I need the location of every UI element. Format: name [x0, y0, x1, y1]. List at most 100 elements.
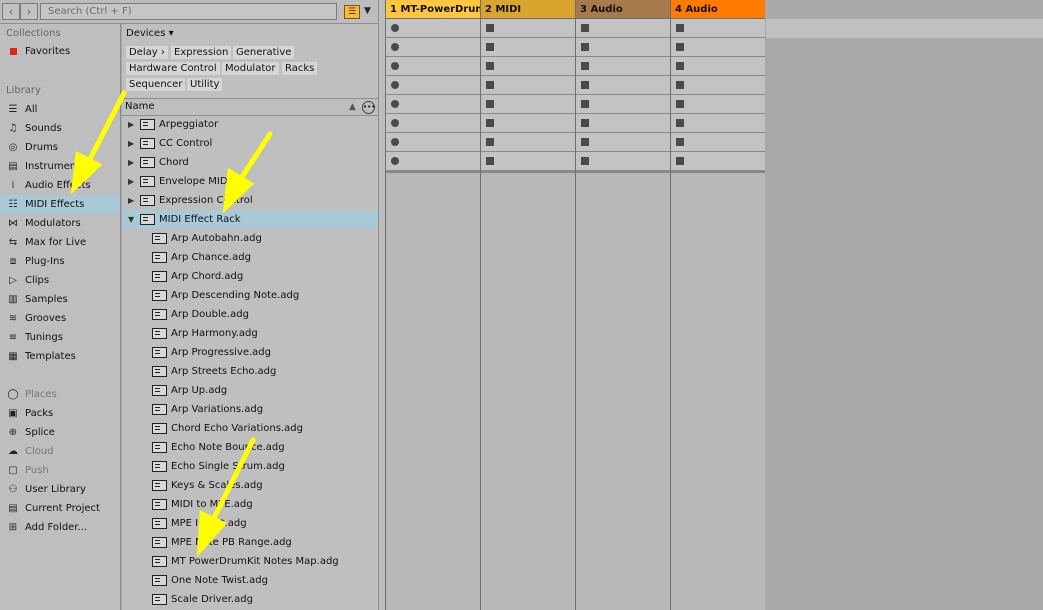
preset-row[interactable]: Arp Up.adg [122, 381, 378, 400]
tag-sequencer[interactable]: Sequencer [126, 78, 186, 91]
preset-row[interactable]: Arp Variations.adg [122, 400, 378, 419]
collapsed-triangle-icon[interactable]: ▶ [128, 115, 134, 134]
stop-button-icon[interactable] [581, 157, 589, 165]
clip-slot[interactable] [481, 133, 575, 152]
tag-hardware-control[interactable]: Hardware Control [126, 62, 220, 75]
stop-button-icon[interactable] [676, 138, 684, 146]
stop-button-icon[interactable] [581, 138, 589, 146]
preset-row[interactable]: Arp Autobahn.adg [122, 229, 378, 248]
track-header[interactable]: 4 Audio [671, 0, 765, 19]
clip-slot[interactable] [671, 133, 765, 152]
record-button-icon[interactable] [391, 62, 399, 70]
sidebar-item-current-project[interactable]: ▤ Current Project [0, 499, 120, 518]
clip-slot[interactable] [386, 19, 480, 38]
stop-button-icon[interactable] [581, 24, 589, 32]
browser-scrollbar[interactable] [378, 0, 385, 610]
tag-expression[interactable]: Expression [171, 46, 232, 59]
clip-slot[interactable] [481, 114, 575, 133]
clip-slot[interactable] [576, 57, 670, 76]
clip-slot[interactable] [576, 133, 670, 152]
preset-row[interactable]: Arp Chance.adg [122, 248, 378, 267]
stop-button-icon[interactable] [676, 62, 684, 70]
sidebar-item-cloud[interactable]: ☁ Cloud [0, 442, 120, 461]
tag-delay[interactable]: Delay › [126, 46, 168, 59]
sidebar-item-all[interactable]: ☰ All [0, 100, 120, 119]
tag-modulator[interactable]: Modulator [222, 62, 279, 75]
forward-button[interactable]: › [20, 3, 38, 20]
preset-row[interactable]: Arp Streets Echo.adg [122, 362, 378, 381]
preset-row[interactable]: MPE Note PB Range.adg [122, 533, 378, 552]
more-options-icon[interactable]: ••• [362, 101, 375, 114]
stop-button-icon[interactable] [486, 138, 494, 146]
sidebar-item-plug-ins[interactable]: ⧈ Plug-Ins [0, 252, 120, 271]
track-header[interactable]: 2 MIDI [481, 0, 575, 19]
stop-button-icon[interactable] [581, 62, 589, 70]
stop-button-icon[interactable] [486, 62, 494, 70]
clip-slot[interactable] [671, 38, 765, 57]
stop-button-icon[interactable] [676, 100, 684, 108]
search-input[interactable]: Search (Ctrl + F) [40, 3, 337, 20]
clip-slot[interactable] [386, 114, 480, 133]
sidebar-item-user-library[interactable]: ⚇ User Library [0, 480, 120, 499]
clip-slot[interactable] [386, 76, 480, 95]
preset-row[interactable]: Arp Descending Note.adg [122, 286, 378, 305]
back-button[interactable]: ‹ [2, 3, 20, 20]
clip-slot[interactable] [481, 95, 575, 114]
sidebar-item-audio-effects[interactable]: ⁞ Audio Effects [0, 176, 120, 195]
preset-row[interactable]: Chord Echo Variations.adg [122, 419, 378, 438]
clip-slot[interactable] [481, 19, 575, 38]
clip-slot[interactable] [671, 95, 765, 114]
clip-slot[interactable] [671, 76, 765, 95]
column-header[interactable]: Name ▲ ••• [122, 98, 378, 116]
preset-row[interactable]: Keys & Scales.adg [122, 476, 378, 495]
stop-button-icon[interactable] [486, 81, 494, 89]
sidebar-item-tunings[interactable]: ≡ Tunings [0, 328, 120, 347]
preset-row[interactable]: Arp Double.adg [122, 305, 378, 324]
stop-button-icon[interactable] [581, 119, 589, 127]
sidebar-item-samples[interactable]: ▥ Samples [0, 290, 120, 309]
folder-row[interactable]: ▶ CC Control [122, 134, 378, 153]
preset-row[interactable]: MPE Invert.adg [122, 514, 378, 533]
collapsed-triangle-icon[interactable]: ▶ [128, 134, 134, 153]
preset-row[interactable]: Echo Note Bounce.adg [122, 438, 378, 457]
preset-row[interactable]: Scale Driver.adg [122, 590, 378, 609]
track-header[interactable]: 1 MT-PowerDrum [386, 0, 480, 19]
expanded-triangle-icon[interactable]: ▼ [128, 210, 134, 229]
devices-dropdown[interactable]: Devices ▾ [126, 28, 174, 39]
tag-utility[interactable]: Utility [187, 78, 223, 91]
tag-generative[interactable]: Generative [233, 46, 295, 59]
stop-button-icon[interactable] [581, 43, 589, 51]
folder-row[interactable]: ▶ Chord [122, 153, 378, 172]
stop-button-icon[interactable] [676, 43, 684, 51]
sidebar-item-push[interactable]: ▢ Push [0, 461, 120, 480]
clip-slot[interactable] [481, 76, 575, 95]
collapsed-triangle-icon[interactable]: ▶ [128, 172, 134, 191]
folder-row[interactable]: ▶ Expression Control [122, 191, 378, 210]
stop-button-icon[interactable] [676, 119, 684, 127]
stop-button-icon[interactable] [486, 100, 494, 108]
filter-icon[interactable]: ☰ [344, 5, 360, 19]
clip-slot[interactable] [576, 114, 670, 133]
record-button-icon[interactable] [391, 138, 399, 146]
stop-button-icon[interactable] [486, 157, 494, 165]
clip-slot[interactable] [386, 133, 480, 152]
tag-racks[interactable]: Racks [282, 62, 318, 75]
preset-row[interactable]: Echo Single Strum.adg [122, 457, 378, 476]
clip-slot[interactable] [386, 57, 480, 76]
folder-row[interactable]: ▶ Envelope MIDI [122, 172, 378, 191]
clip-slot[interactable] [481, 57, 575, 76]
record-button-icon[interactable] [391, 43, 399, 51]
collapsed-triangle-icon[interactable]: ▶ [128, 191, 134, 210]
folder-row[interactable]: ▶ Arpeggiator [122, 115, 378, 134]
sidebar-item-templates[interactable]: ▦ Templates [0, 347, 120, 366]
clip-slot[interactable] [671, 57, 765, 76]
sidebar-item-splice[interactable]: ⊕ Splice [0, 423, 120, 442]
clip-slot[interactable] [671, 114, 765, 133]
stop-button-icon[interactable] [486, 119, 494, 127]
record-button-icon[interactable] [391, 24, 399, 32]
clip-slot[interactable] [671, 152, 765, 171]
stop-button-icon[interactable] [486, 43, 494, 51]
stop-button-icon[interactable] [676, 24, 684, 32]
record-button-icon[interactable] [391, 100, 399, 108]
sidebar-item-add-folder[interactable]: ⊞ Add Folder... [0, 518, 120, 537]
